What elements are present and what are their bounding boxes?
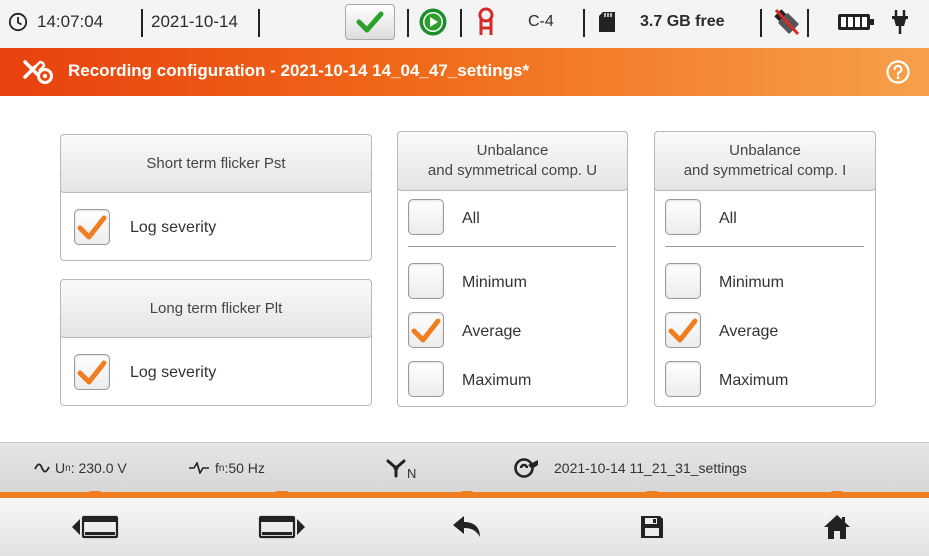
plt-log-severity-label: Log severity [130, 364, 217, 381]
nominal-frequency: f n:50 Hz [189, 443, 265, 493]
unbalance-i-minimum-checkbox[interactable] [665, 263, 701, 299]
status-ok-button[interactable] [345, 0, 395, 44]
prev-screen-button[interactable] [0, 491, 190, 556]
config-name: C-4 [528, 13, 554, 30]
unbalance-u-header-line2: and symmetrical comp. U [427, 162, 598, 179]
unbalance-i-average-label: Average [719, 323, 779, 340]
frequency-icon [189, 462, 209, 474]
checkmark-icon [668, 318, 698, 343]
notch [645, 491, 658, 498]
network-subscript: N [407, 465, 417, 481]
time-text: 14:07:04 [37, 12, 104, 31]
divider [141, 9, 143, 37]
plug-icon [890, 0, 910, 44]
sd-card-icon [598, 0, 616, 44]
pst-log-severity-checkbox[interactable] [74, 209, 110, 245]
unbalance-i-panel: Unbalance and symmetrical comp. I All Mi… [654, 131, 876, 407]
settings-file-name: 2021-10-14 11_21_31_settings [554, 460, 747, 476]
info-bar: Un: 230.0 V f n:50 Hz N 2021-10-14 11_21_… [0, 442, 929, 493]
unbalance-i-header-line2: and symmetrical comp. I [683, 162, 847, 179]
home-button[interactable] [744, 491, 929, 556]
unbalance-u-all-checkbox[interactable] [408, 199, 444, 235]
next-screen-icon [258, 514, 306, 540]
home-icon [823, 514, 851, 540]
plt-log-severity-checkbox[interactable] [74, 354, 110, 390]
unbalance-u-header: Unbalance and symmetrical comp. U [397, 131, 628, 191]
save-icon [639, 514, 665, 540]
unbalance-i-all-checkbox[interactable] [665, 199, 701, 235]
unbalance-u-minimum-label: Minimum [462, 274, 527, 291]
plt-header-label: Long term flicker Plt [149, 299, 283, 317]
battery-icon [837, 0, 875, 44]
un-symbol: U [55, 460, 66, 476]
divider [807, 9, 809, 37]
unbalance-i-average-checkbox[interactable] [665, 312, 701, 348]
settings-icon [22, 57, 54, 90]
plt-panel: Long term flicker Plt Log severity [60, 279, 372, 406]
pst-panel: Short term flicker Pst Log severity [60, 134, 372, 261]
status-bar: 14:07:04 2021-10-14 C-4 3.7 GB free [0, 0, 929, 49]
clock-icon [8, 12, 28, 32]
wrench-icon [514, 457, 540, 479]
probe-icon [477, 0, 495, 44]
title-bar: Recording configuration - 2021-10-14 14_… [0, 48, 929, 96]
unbalance-i-maximum-label: Maximum [719, 372, 789, 389]
network-type: N [385, 443, 416, 493]
help-icon[interactable] [886, 60, 910, 89]
unbalance-u-maximum-checkbox[interactable] [408, 361, 444, 397]
clock: 14:07:04 [8, 0, 103, 44]
prev-screen-icon [71, 514, 119, 540]
back-button[interactable] [374, 491, 560, 556]
divider [665, 246, 864, 247]
usb-off-icon [773, 0, 801, 44]
network-icon [385, 458, 407, 478]
notch [460, 491, 473, 498]
plt-panel-header: Long term flicker Plt [60, 279, 372, 338]
notch [830, 491, 843, 498]
divider [258, 9, 260, 37]
un-value: : 230.0 V [70, 460, 127, 476]
play-icon[interactable] [418, 0, 448, 44]
unbalance-u-minimum-checkbox[interactable] [408, 263, 444, 299]
pst-panel-header: Short term flicker Pst [60, 134, 372, 193]
next-screen-button[interactable] [189, 491, 375, 556]
divider [583, 9, 585, 37]
unbalance-i-header: Unbalance and symmetrical comp. I [654, 131, 876, 191]
checkmark-icon [411, 318, 441, 343]
notch [275, 491, 288, 498]
storage-free: 3.7 GB free [640, 13, 725, 30]
unbalance-i-minimum-label: Minimum [719, 274, 784, 291]
unbalance-u-average-label: Average [462, 323, 522, 340]
ok-check-icon [345, 4, 395, 40]
unbalance-i-header-line1: Unbalance [729, 142, 801, 159]
page-title: Recording configuration - 2021-10-14 14_… [68, 61, 530, 80]
date-text: 2021-10-14 [151, 12, 238, 31]
unbalance-u-maximum-label: Maximum [462, 372, 532, 389]
divider [460, 9, 462, 37]
unbalance-i-all-label: All [719, 210, 737, 227]
back-icon [452, 515, 482, 539]
checkmark-icon [77, 215, 107, 240]
unbalance-i-maximum-checkbox[interactable] [665, 361, 701, 397]
divider [407, 9, 409, 37]
fn-value: :50 Hz [224, 460, 265, 476]
nominal-voltage: Un: 230.0 V [34, 443, 127, 493]
unbalance-u-average-checkbox[interactable] [408, 312, 444, 348]
pst-header-label: Short term flicker Pst [146, 154, 286, 172]
unbalance-u-header-line1: Unbalance [476, 142, 549, 159]
divider [408, 246, 616, 247]
unbalance-u-all-label: All [462, 210, 480, 227]
sine-icon [34, 463, 50, 473]
divider [760, 9, 762, 37]
pst-log-severity-label: Log severity [130, 219, 217, 236]
notch [88, 491, 101, 498]
checkmark-icon [77, 360, 107, 385]
unbalance-u-panel: Unbalance and symmetrical comp. U All Mi… [397, 131, 628, 407]
save-button[interactable] [559, 491, 745, 556]
bottom-toolbar [0, 491, 929, 556]
settings-file: 2021-10-14 11_21_31_settings [514, 443, 747, 493]
